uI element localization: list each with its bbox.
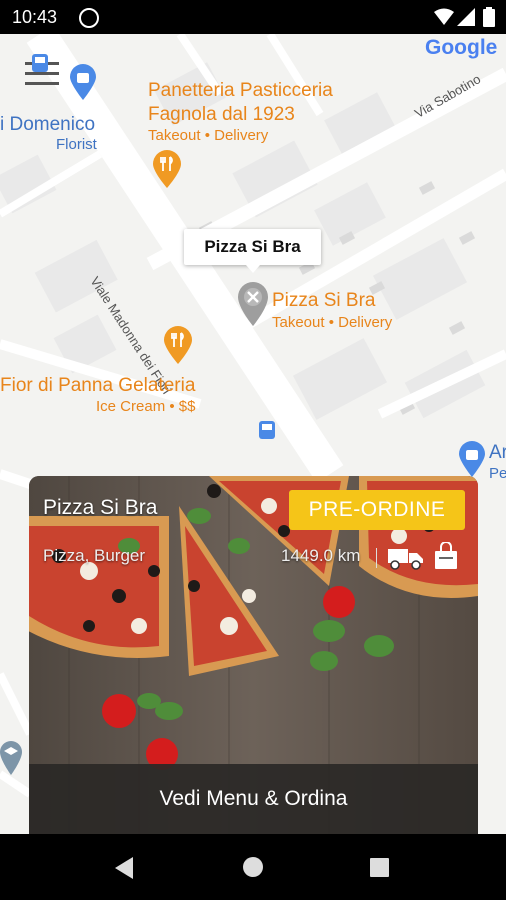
back-icon[interactable] [113,856,135,880]
place-name-panetteria[interactable]: Panetteria Pasticceria [148,80,333,102]
preorder-button[interactable]: PRE-ORDINE [289,490,465,530]
tooltip-arrow [246,265,260,273]
google-logo: Google [425,36,498,59]
view-menu-order-button[interactable]: Vedi Menu & Ordina [29,764,478,834]
restaurant-name: Pizza Si Bra [43,496,158,519]
place-name-gelateria[interactable]: Fior di Panna Gelateria [0,375,195,397]
wifi-icon [434,8,454,25]
bus-stop-icon[interactable] [259,421,275,439]
signal-icon [457,8,475,26]
place-sub-panetteria: Takeout • Delivery [148,127,269,144]
school-marker-icon[interactable] [0,741,22,775]
restaurant-marker-icon[interactable] [153,150,181,188]
bus-stop-top-icon[interactable] [32,54,48,72]
place-sub-right: Pe [489,465,506,482]
selected-place-marker-icon[interactable] [238,282,268,326]
place-sub-pizza: Takeout • Delivery [272,314,393,331]
delivery-truck-icon [388,549,423,570]
navigation-bar [0,834,506,900]
place-name-panetteria-2[interactable]: Fagnola dal 1923 [148,104,295,126]
home-icon[interactable] [243,857,263,877]
shop-marker-icon[interactable] [459,441,485,477]
gelateria-marker-icon[interactable] [164,326,192,364]
status-bar: 10:43 [0,0,506,34]
recents-icon[interactable] [370,858,389,877]
place-sub-florist: Florist [56,136,97,153]
place-name-florist[interactable]: i Domenico [0,114,95,136]
florist-marker-icon[interactable] [70,64,96,100]
status-time: 10:43 [12,7,58,27]
takeaway-bag-icon [435,542,457,569]
place-sub-gelateria: Ice Cream • $$ [96,398,196,415]
restaurant-card[interactable]: Pizza Si Bra PRE-ORDINE Pizza, Burger 14… [29,476,478,834]
place-name-pizza[interactable]: Pizza Si Bra [272,290,375,312]
divider [376,548,377,568]
marker-tooltip: Pizza Si Bra [184,229,321,265]
restaurant-distance: 1449.0 km [281,546,361,565]
dnd-icon [79,8,99,28]
battery-icon [483,7,495,27]
place-name-right[interactable]: Ar [489,442,506,464]
restaurant-categories: Pizza, Burger [43,546,146,565]
